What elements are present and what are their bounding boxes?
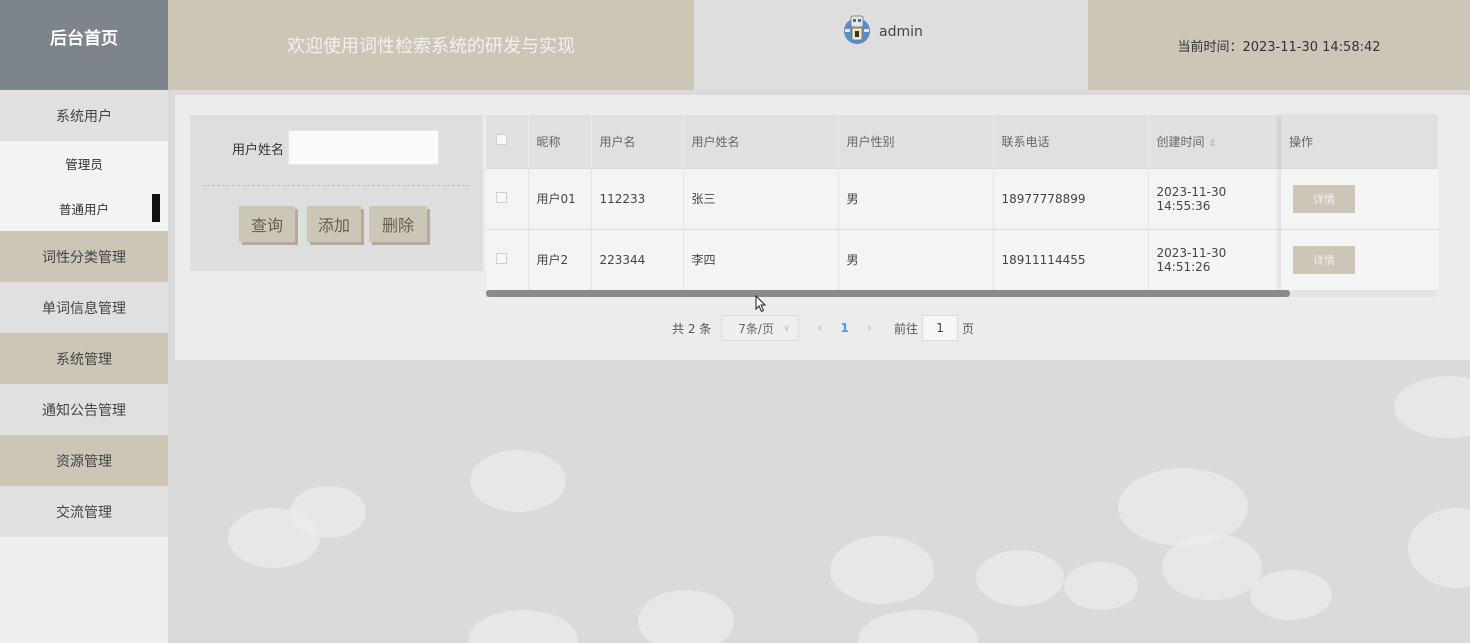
- page-suffix: 页: [962, 321, 975, 336]
- cell-gender: 男: [838, 167, 994, 229]
- next-page-icon[interactable]: ›: [867, 321, 872, 336]
- goto-label: 前往: [894, 321, 919, 336]
- top-header: 后台首页 欢迎使用词性检索系统的研发与实现 admin 当前时间：2023-11…: [0, 0, 1470, 90]
- users-table: 昵称 用户名 用户姓名 用户性别 联系电话 创建时间 ⇕ 用户01 112233 …: [486, 115, 1438, 297]
- user-area: admin: [694, 0, 1088, 90]
- cell-nickname: 用户2: [528, 228, 592, 290]
- divider: [202, 185, 470, 186]
- sidebar-item-system-users[interactable]: 系统用户: [0, 90, 168, 141]
- brand-home-link[interactable]: 后台首页: [0, 0, 168, 90]
- action-cell: 详情: [1281, 229, 1438, 290]
- cell-realname: 李四: [683, 228, 839, 290]
- action-cell: 详情: [1281, 168, 1438, 229]
- cell-username: 112233: [591, 167, 684, 229]
- prev-page-icon[interactable]: ‹: [817, 321, 822, 336]
- horizontal-scrollbar-thumb[interactable]: [486, 290, 1290, 297]
- background-bubble: [468, 610, 578, 643]
- query-button[interactable]: 查询: [239, 206, 295, 242]
- column-header-realname: 用户姓名: [683, 115, 839, 168]
- detail-button[interactable]: 详情: [1293, 246, 1355, 274]
- select-all-checkbox[interactable]: [496, 134, 507, 146]
- sidebar: 系统用户 管理员 普通用户 词性分类管理 单词信息管理 系统管理 通知公告管理 …: [0, 90, 168, 643]
- chevron-down-icon: ∨: [782, 322, 791, 334]
- cell-created: 2023-11-30 14:51:26: [1148, 228, 1282, 290]
- active-indicator: [152, 194, 160, 222]
- background-bubble: [638, 590, 734, 643]
- column-header-nickname: 昵称: [528, 115, 592, 168]
- content-panel: 用户姓名 查询 添加 删除 昵称 用户名 用户姓名 用户性别 联系电话 创建时间…: [175, 95, 1470, 360]
- column-header-username: 用户名: [591, 115, 684, 168]
- sidebar-item-notice[interactable]: 通知公告管理: [0, 384, 168, 435]
- cell-username: 223344: [591, 228, 684, 290]
- total-count: 共 2 条: [672, 321, 712, 336]
- robot-avatar-icon[interactable]: [843, 12, 871, 48]
- background-bubble: [858, 610, 978, 643]
- background-bubble: [1118, 468, 1248, 546]
- pagination: 共 2 条 7条/页 ∨ ‹ 1 › 前往 页: [672, 315, 974, 341]
- background-bubble: [1394, 376, 1470, 438]
- sidebar-item-pos-category[interactable]: 词性分类管理: [0, 231, 168, 282]
- sidebar-blank: [0, 537, 168, 643]
- background-bubble: [1064, 562, 1138, 610]
- column-header-label: 创建时间: [1156, 134, 1205, 149]
- background-bubble: [976, 550, 1064, 606]
- background-bubble: [470, 450, 566, 512]
- sidebar-subitem-admin[interactable]: 管理员: [0, 141, 168, 186]
- table-header-row: 昵称 用户名 用户姓名 用户性别 联系电话 创建时间 ⇕: [486, 115, 1282, 168]
- main-content: 用户姓名 查询 添加 删除 昵称 用户名 用户姓名 用户性别 联系电话 创建时间…: [168, 90, 1470, 643]
- cell-nickname: 用户01: [528, 167, 592, 229]
- table-row: 用户01 112233 张三 男 18977778899 2023-11-30 …: [486, 167, 1282, 229]
- row-checkbox[interactable]: [496, 191, 507, 203]
- sidebar-item-system-manage[interactable]: 系统管理: [0, 333, 168, 384]
- sidebar-item-word-info[interactable]: 单词信息管理: [0, 282, 168, 333]
- column-header-phone: 联系电话: [993, 115, 1149, 168]
- current-time: 当前时间：2023-11-30 14:58:42: [1088, 0, 1470, 90]
- search-input[interactable]: [288, 130, 439, 165]
- username[interactable]: admin: [879, 24, 923, 40]
- search-label: 用户姓名: [232, 143, 285, 158]
- sidebar-subitem-label: 普通用户: [58, 202, 109, 217]
- search-panel: 用户姓名 查询 添加 删除: [190, 115, 483, 271]
- cell-realname: 张三: [683, 167, 839, 229]
- table-row: 用户2 223344 李四 男 18911114455 2023-11-30 1…: [486, 228, 1282, 290]
- background-bubble: [1250, 570, 1332, 620]
- detail-button[interactable]: 详情: [1293, 185, 1355, 213]
- row-checkbox[interactable]: [496, 252, 507, 264]
- users-table-grid: 昵称 用户名 用户姓名 用户性别 联系电话 创建时间 ⇕ 用户01 112233 …: [486, 115, 1282, 290]
- background-bubble: [830, 536, 934, 604]
- sidebar-item-exchange[interactable]: 交流管理: [0, 486, 168, 537]
- column-header-created[interactable]: 创建时间 ⇕: [1148, 115, 1282, 168]
- welcome-title: 欢迎使用词性检索系统的研发与实现: [168, 0, 694, 90]
- background-bubble: [1162, 534, 1262, 600]
- delete-button[interactable]: 删除: [369, 206, 427, 242]
- current-page-number[interactable]: 1: [840, 321, 848, 335]
- page-size-value: 7条/页: [738, 321, 774, 336]
- cell-phone: 18977778899: [993, 167, 1149, 229]
- cell-phone: 18911114455: [993, 228, 1149, 290]
- background-bubble: [290, 486, 366, 538]
- column-header-action: 操作: [1281, 115, 1438, 168]
- column-header-gender: 用户性别: [838, 115, 994, 168]
- cell-gender: 男: [838, 228, 994, 290]
- cell-created: 2023-11-30 14:55:36: [1148, 167, 1282, 229]
- add-button[interactable]: 添加: [307, 206, 361, 242]
- sidebar-item-resources[interactable]: 资源管理: [0, 435, 168, 486]
- goto-page-input[interactable]: [922, 315, 959, 341]
- sort-icon[interactable]: ⇕: [1209, 139, 1217, 149]
- page-size-select[interactable]: 7条/页 ∨: [721, 315, 800, 341]
- background-bubble: [1408, 508, 1470, 588]
- mouse-cursor-icon: [755, 295, 767, 313]
- sidebar-subitem-normal-users[interactable]: 普通用户: [0, 186, 168, 231]
- operation-column: 操作 详情 详情: [1281, 115, 1438, 290]
